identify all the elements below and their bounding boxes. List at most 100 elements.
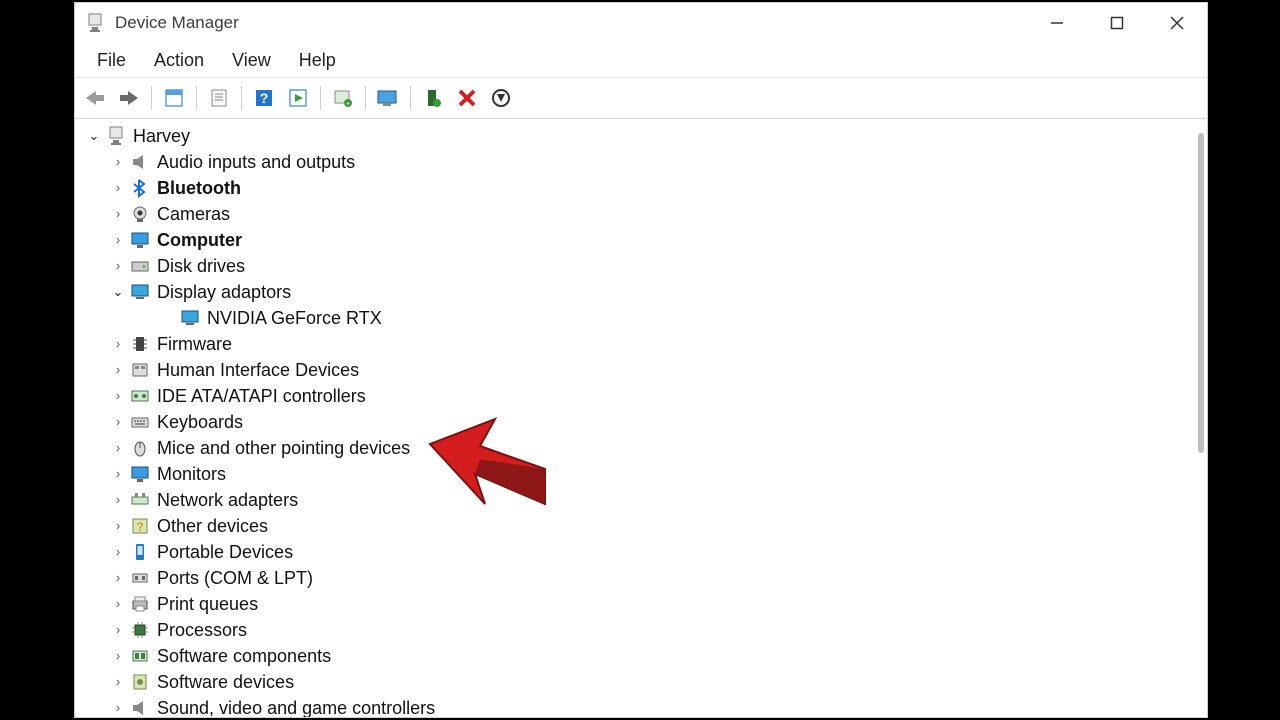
mouse-icon — [129, 437, 151, 459]
tree-category-9[interactable]: ›Keyboards — [79, 409, 1191, 435]
expand-icon[interactable]: › — [109, 669, 127, 695]
toolbar: ? + — [75, 78, 1207, 119]
chip-vert-icon — [129, 333, 151, 355]
expand-icon[interactable]: › — [109, 461, 127, 487]
menu-view[interactable]: View — [218, 46, 285, 75]
portable-icon — [129, 541, 151, 563]
tree-category-19[interactable]: › Software devices — [79, 669, 1191, 695]
tree-category-10[interactable]: › Mice and other pointing devices — [79, 435, 1191, 461]
expand-icon[interactable]: › — [109, 201, 127, 227]
uninstall-button[interactable] — [451, 83, 483, 113]
expand-icon[interactable]: › — [109, 357, 127, 383]
tree-device-5-0[interactable]: NVIDIA GeForce RTX — [79, 305, 1191, 331]
show-hidden-button[interactable] — [158, 83, 190, 113]
help-button[interactable]: ? — [248, 83, 280, 113]
tree-category-3[interactable]: ›Computer — [79, 227, 1191, 253]
tree-category-15[interactable]: ›Ports (COM & LPT) — [79, 565, 1191, 591]
tree-item-label: Processors — [157, 617, 247, 643]
tree-category-13[interactable]: ›?Other devices — [79, 513, 1191, 539]
expand-icon[interactable]: › — [109, 227, 127, 253]
expand-icon[interactable]: › — [109, 383, 127, 409]
svg-text:?: ? — [260, 90, 269, 106]
expand-icon[interactable]: › — [109, 695, 127, 717]
tree-category-14[interactable]: › Portable Devices — [79, 539, 1191, 565]
menu-help[interactable]: Help — [285, 46, 350, 75]
separator — [241, 86, 242, 110]
tree-item-label: Software components — [157, 643, 331, 669]
add-legacy-button[interactable]: + — [327, 83, 359, 113]
speaker-icon — [129, 697, 151, 717]
tree-category-7[interactable]: ›Human Interface Devices — [79, 357, 1191, 383]
expand-icon[interactable]: › — [109, 643, 127, 669]
display-icon — [179, 307, 201, 329]
tree-category-17[interactable]: › Processors — [79, 617, 1191, 643]
tree-category-5[interactable]: ⌄ Display adaptors — [79, 279, 1191, 305]
collapse-icon[interactable]: ⌄ — [109, 279, 127, 305]
minimize-button[interactable] — [1027, 3, 1087, 43]
expand-icon[interactable]: › — [109, 539, 127, 565]
expand-icon[interactable]: › — [109, 149, 127, 175]
tree-category-18[interactable]: › Software components — [79, 643, 1191, 669]
tree-category-2[interactable]: › Cameras — [79, 201, 1191, 227]
expand-icon[interactable]: › — [109, 409, 127, 435]
expand-icon[interactable]: › — [109, 591, 127, 617]
port-icon — [129, 567, 151, 589]
maximize-button[interactable] — [1087, 3, 1147, 43]
tree-category-11[interactable]: › Monitors — [79, 461, 1191, 487]
tree-category-0[interactable]: ›Audio inputs and outputs — [79, 149, 1191, 175]
expand-icon[interactable]: › — [109, 487, 127, 513]
close-button[interactable] — [1147, 3, 1207, 43]
unknown-icon: ? — [129, 515, 151, 537]
tree-category-12[interactable]: ›Network adapters — [79, 487, 1191, 513]
enable-button[interactable] — [417, 83, 449, 113]
device-manager-window: Device Manager File Action View Help — [74, 2, 1208, 718]
app-icon — [85, 13, 105, 33]
tree-category-8[interactable]: ›IDE ATA/ATAPI controllers — [79, 383, 1191, 409]
collapse-icon[interactable]: ⌄ — [85, 123, 103, 149]
ide-icon — [129, 385, 151, 407]
svg-text:+: + — [346, 101, 350, 108]
expand-icon[interactable]: › — [109, 435, 127, 461]
tree-item-label: Bluetooth — [157, 175, 241, 201]
device-tree[interactable]: ⌄Harvey›Audio inputs and outputs›Bluetoo… — [79, 119, 1191, 717]
tree-category-20[interactable]: › Sound, video and game controllers — [79, 695, 1191, 717]
device-tree-area: ⌄Harvey›Audio inputs and outputs›Bluetoo… — [75, 119, 1207, 717]
monitor-icon — [129, 229, 151, 251]
component-icon — [129, 645, 151, 667]
scan-button[interactable] — [282, 83, 314, 113]
scrollbar[interactable] — [1195, 133, 1207, 711]
tree-category-1[interactable]: › Bluetooth — [79, 175, 1191, 201]
tree-category-16[interactable]: ›Print queues — [79, 591, 1191, 617]
forward-button[interactable] — [113, 83, 145, 113]
tree-category-4[interactable]: ›Disk drives — [79, 253, 1191, 279]
expand-icon[interactable]: › — [109, 175, 127, 201]
expand-icon[interactable]: › — [109, 617, 127, 643]
keyboard-icon — [129, 411, 151, 433]
tree-item-label: Portable Devices — [157, 539, 293, 565]
separator — [196, 86, 197, 110]
expand-icon[interactable]: › — [109, 331, 127, 357]
separator — [365, 86, 366, 110]
menu-file[interactable]: File — [83, 46, 140, 75]
tree-item-label: Mice and other pointing devices — [157, 435, 410, 461]
tree-root[interactable]: ⌄Harvey — [79, 123, 1191, 149]
titlebar: Device Manager — [75, 3, 1207, 43]
scrollbar-thumb[interactable] — [1198, 133, 1204, 453]
tree-item-label: Sound, video and game controllers — [157, 695, 435, 717]
properties-button[interactable] — [203, 83, 235, 113]
tree-category-6[interactable]: ›Firmware — [79, 331, 1191, 357]
softdev-icon — [129, 671, 151, 693]
tree-item-label: Software devices — [157, 669, 294, 695]
tree-item-label: Monitors — [157, 461, 226, 487]
expand-icon[interactable]: › — [109, 565, 127, 591]
back-button[interactable] — [79, 83, 111, 113]
expand-icon[interactable]: › — [109, 253, 127, 279]
disable-button[interactable] — [485, 83, 517, 113]
update-driver-button[interactable] — [372, 83, 404, 113]
computer-root-icon — [105, 125, 127, 147]
menu-action[interactable]: Action — [140, 46, 218, 75]
tree-item-label: Cameras — [157, 201, 230, 227]
separator — [320, 86, 321, 110]
expand-icon[interactable]: › — [109, 513, 127, 539]
tree-item-label: Display adaptors — [157, 279, 291, 305]
